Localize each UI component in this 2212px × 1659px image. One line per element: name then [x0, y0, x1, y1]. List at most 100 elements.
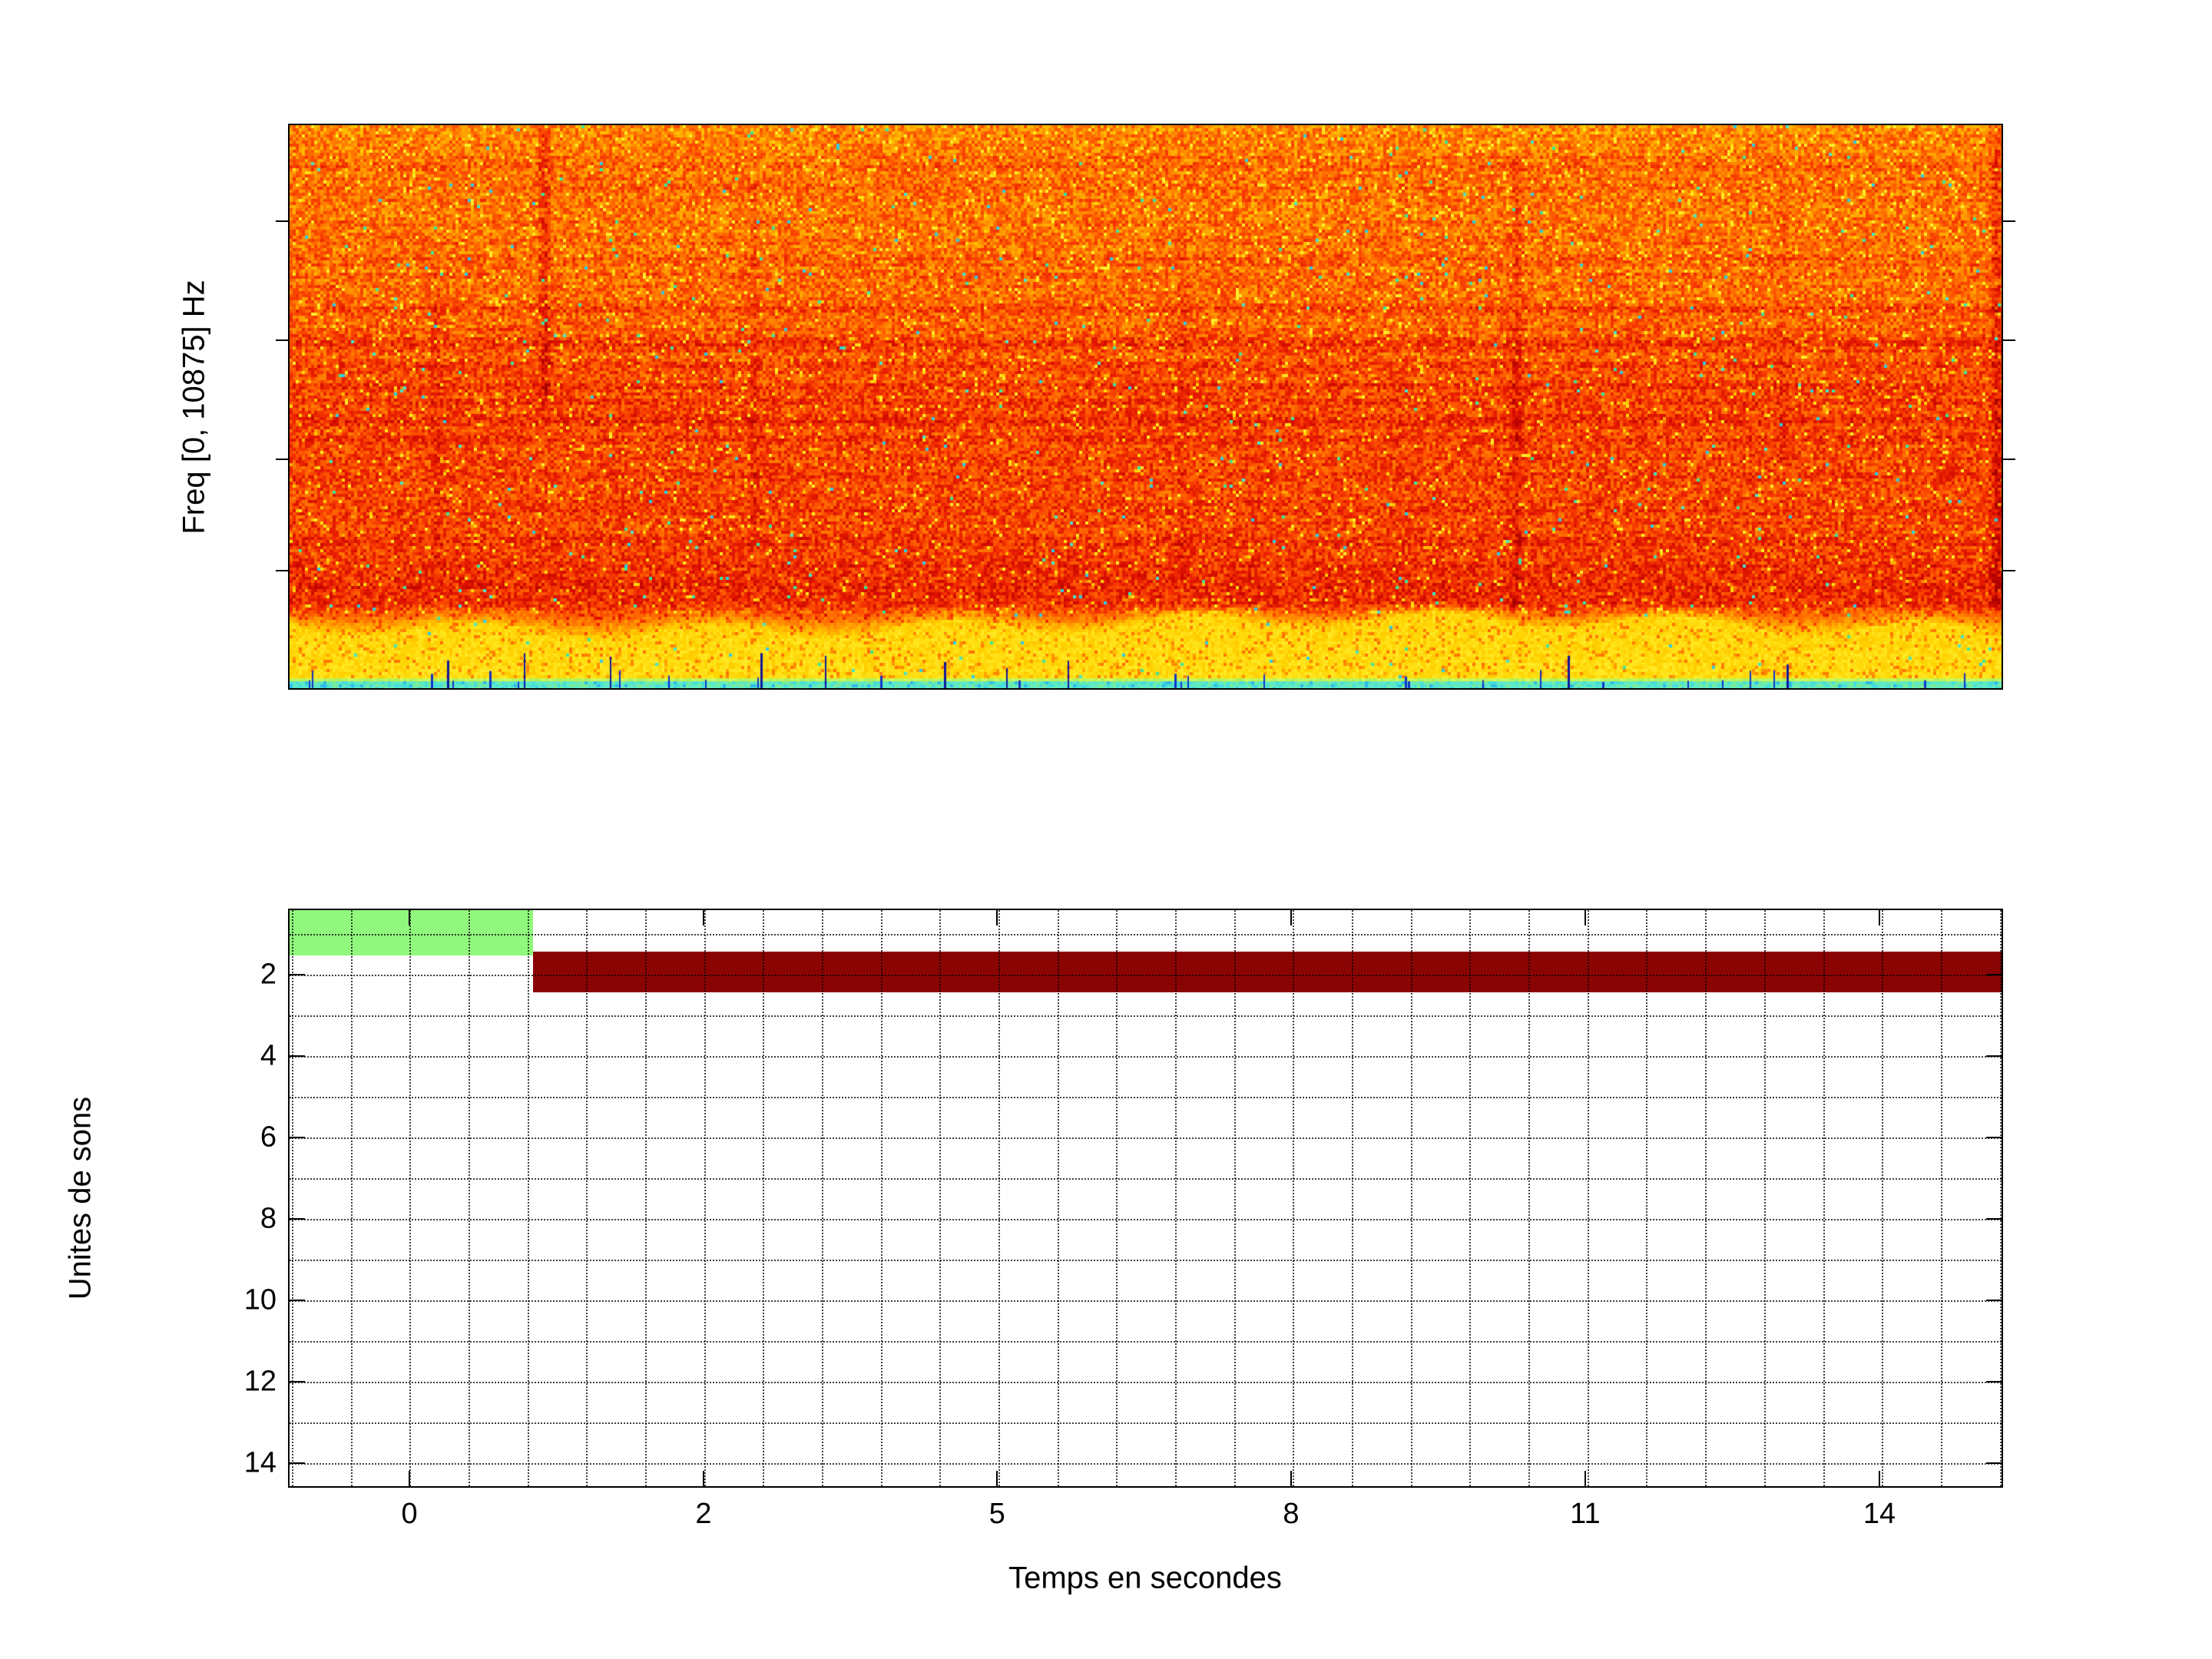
y-tick-label: 2: [260, 958, 276, 991]
spectrogram-ytick: [2003, 339, 2015, 342]
v-gridline: [1763, 910, 1766, 1486]
v-gridline: [1528, 910, 1531, 1486]
v-gridline: [1116, 910, 1118, 1486]
h-gridline: [290, 1260, 2002, 1262]
h-gridline: [290, 1015, 2002, 1018]
matlab-figure: Freq [0, 10875] Hz Unites de sons Temps …: [0, 0, 2212, 1659]
spectrogram-ytick: [2003, 220, 2015, 222]
x-tick: [1584, 910, 1586, 926]
y-tick: [290, 1381, 305, 1383]
x-tick-label: 0: [401, 1498, 418, 1530]
y-tick: [290, 1462, 305, 1464]
x-tick: [1879, 1471, 1881, 1486]
h-gridline: [290, 1382, 2002, 1384]
sound-units-ylabel: Unites de sons: [63, 1096, 98, 1300]
h-gridline: [290, 1422, 2002, 1425]
y-tick: [290, 1055, 305, 1057]
v-gridline: [1587, 910, 1589, 1486]
y-tick-label: 14: [243, 1446, 276, 1479]
h-gridline: [290, 1137, 2002, 1140]
v-gridline: [644, 910, 647, 1486]
v-gridline: [821, 910, 823, 1486]
y-tick: [290, 1218, 305, 1220]
h-gridline: [290, 1097, 2002, 1099]
x-tick: [1879, 910, 1881, 926]
spectrogram-ytick: [276, 458, 288, 460]
v-gridline: [409, 910, 412, 1486]
h-gridline: [290, 1463, 2002, 1465]
v-gridline: [1233, 910, 1236, 1486]
y-tick: [1986, 1137, 2002, 1139]
v-gridline: [1940, 910, 1942, 1486]
v-gridline: [763, 910, 765, 1486]
y-tick-label: 4: [260, 1039, 276, 1072]
spectrogram-ytick: [2003, 570, 2015, 572]
x-tick: [1290, 910, 1292, 926]
v-gridline: [1999, 910, 2002, 1486]
x-tick: [1290, 1471, 1292, 1486]
y-tick: [290, 974, 305, 975]
v-gridline: [586, 910, 588, 1486]
v-gridline: [880, 910, 882, 1486]
v-gridline: [1175, 910, 1177, 1486]
v-gridline: [291, 910, 293, 1486]
x-tick: [1584, 1471, 1586, 1486]
spectrogram-ytick: [2003, 458, 2015, 460]
y-tick: [1986, 974, 2002, 975]
sound-unit-2-bar: [533, 952, 2002, 993]
spectrogram-ytick: [276, 570, 288, 572]
spectrogram-plot: [288, 124, 2003, 690]
v-gridline: [1057, 910, 1059, 1486]
h-gridline: [290, 1341, 2002, 1343]
v-gridline: [1410, 910, 1412, 1486]
v-gridline: [1352, 910, 1354, 1486]
y-tick-label: 8: [260, 1202, 276, 1235]
h-gridline: [290, 1178, 2002, 1181]
h-gridline: [290, 1300, 2002, 1303]
spectrogram-image: [290, 125, 2002, 688]
h-gridline: [290, 975, 2002, 976]
v-gridline: [1823, 910, 1825, 1486]
x-tick-label: 2: [695, 1498, 712, 1530]
y-tick: [1986, 1462, 2002, 1464]
x-tick-label: 14: [1863, 1498, 1896, 1530]
y-tick: [290, 1137, 305, 1139]
v-gridline: [704, 910, 706, 1486]
time-xlabel: Temps en secondes: [1008, 1561, 1282, 1595]
v-gridline: [527, 910, 529, 1486]
x-tick-label: 5: [988, 1498, 1005, 1530]
sound-unit-1-bar: [290, 910, 534, 956]
y-tick: [1986, 1218, 2002, 1220]
x-tick: [702, 910, 704, 926]
x-tick: [409, 1471, 411, 1486]
x-tick: [409, 910, 411, 926]
spectrogram-ylabel: Freq [0, 10875] Hz: [177, 280, 211, 535]
y-tick: [1986, 1299, 2002, 1301]
y-tick: [290, 1299, 305, 1301]
x-tick-label: 11: [1570, 1498, 1601, 1530]
v-gridline: [939, 910, 942, 1486]
h-gridline: [290, 1056, 2002, 1058]
v-gridline: [1705, 910, 1707, 1486]
x-tick: [702, 1471, 704, 1486]
spectrogram-ytick: [276, 220, 288, 222]
v-gridline: [350, 910, 353, 1486]
sound-units-plot: [288, 909, 2003, 1488]
h-gridline: [290, 933, 2002, 935]
h-gridline: [290, 1219, 2002, 1221]
v-gridline: [468, 910, 470, 1486]
v-gridline: [1646, 910, 1648, 1486]
v-gridline: [1469, 910, 1472, 1486]
y-tick-label: 12: [243, 1365, 276, 1398]
y-tick-label: 10: [243, 1283, 276, 1316]
v-gridline: [1882, 910, 1884, 1486]
v-gridline: [1293, 910, 1295, 1486]
x-tick-label: 8: [1283, 1498, 1300, 1530]
y-tick: [1986, 1055, 2002, 1057]
x-tick: [996, 910, 998, 926]
y-tick-label: 6: [260, 1121, 276, 1154]
y-tick: [1986, 1381, 2002, 1383]
spectrogram-ytick: [276, 339, 288, 342]
v-gridline: [998, 910, 1001, 1486]
x-tick: [996, 1471, 998, 1486]
